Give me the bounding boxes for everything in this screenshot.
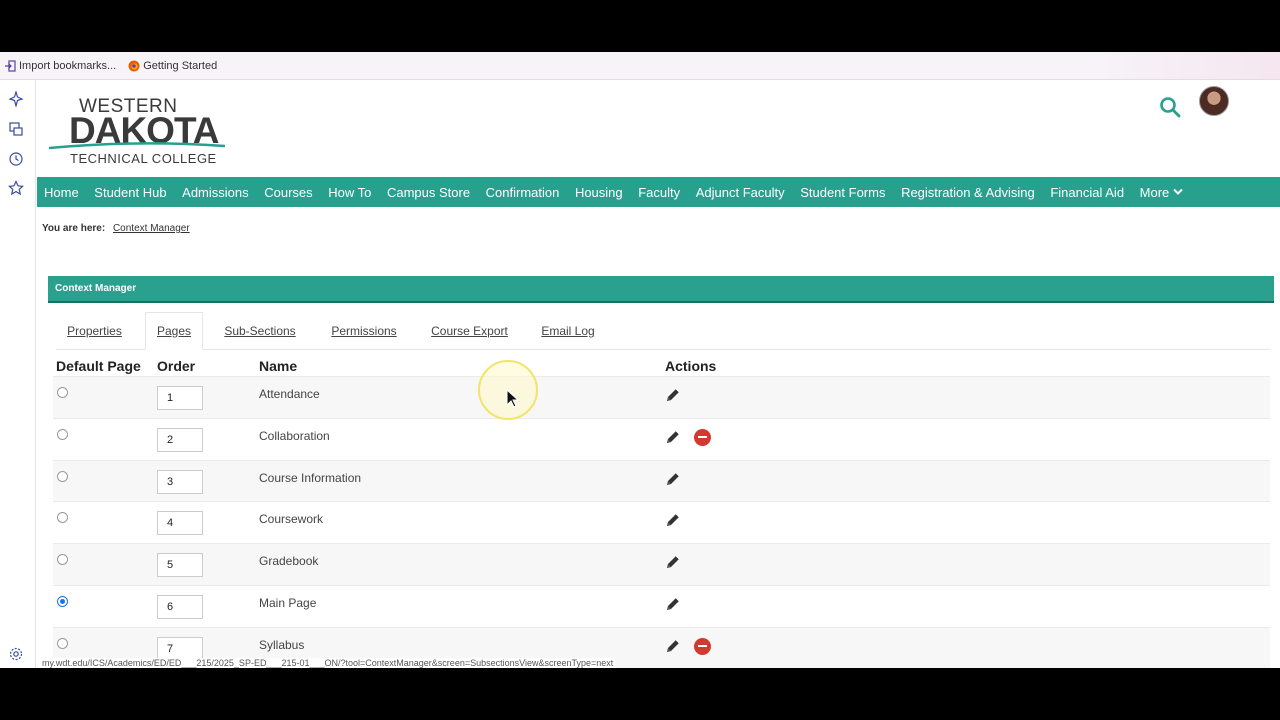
order-input[interactable]: 5: [157, 553, 203, 578]
breadcrumb-label: You are here:: [42, 223, 106, 234]
default-page-radio[interactable]: [57, 595, 68, 607]
table-row: 2 Collaboration: [53, 417, 1270, 460]
header-actions: Actions: [665, 358, 717, 374]
order-input[interactable]: 6: [157, 594, 203, 619]
nav-financial-aid[interactable]: Financial Aid: [1050, 185, 1124, 200]
nav-adjunct-faculty[interactable]: Adjunct Faculty: [696, 185, 785, 200]
nav-confirmation[interactable]: Confirmation: [486, 185, 560, 200]
bookmark-getting-started[interactable]: Getting Started: [128, 60, 217, 72]
breadcrumb-link-context-manager[interactable]: Context Manager: [113, 223, 190, 234]
synced-tabs-icon[interactable]: [8, 121, 24, 137]
web-page: WESTERN DAKOTA TECHNICAL COLLEGE Home St…: [37, 80, 1280, 668]
nav-student-forms[interactable]: Student Forms: [800, 185, 885, 200]
nav-housing[interactable]: Housing: [575, 185, 623, 200]
import-icon: [5, 59, 16, 72]
browser-window: Import bookmarks... Getting Started WEST…: [0, 52, 1280, 668]
tab-bar: Properties Pages Sub-Sections Permission…: [56, 312, 1270, 350]
nav-more-label: More: [1139, 184, 1170, 200]
mouse-cursor-icon: [506, 389, 520, 408]
page-name: Attendance: [259, 387, 320, 401]
user-avatar[interactable]: [1199, 86, 1229, 116]
order-input[interactable]: 1: [157, 386, 203, 410]
edit-pencil-icon[interactable]: [665, 387, 681, 403]
delete-icon[interactable]: [694, 428, 711, 446]
bookmark-import[interactable]: Import bookmarks...: [4, 60, 116, 72]
tab-properties[interactable]: Properties: [56, 312, 133, 350]
tab-permissions[interactable]: Permissions: [317, 312, 411, 350]
tab-pages[interactable]: Pages: [145, 312, 203, 350]
table-body: 1 Attendance 2 Collaboration 3 Course Informa…: [53, 376, 1270, 668]
default-page-radio[interactable]: [57, 512, 68, 524]
page-name: Gradebook: [259, 554, 319, 569]
table-row: 1 Attendance: [53, 376, 1270, 418]
history-icon[interactable]: [8, 151, 24, 167]
breadcrumb: You are here: Context Manager: [42, 223, 190, 234]
order-input[interactable]: 3: [157, 469, 203, 494]
status-bar-url: my.wdt.edu/ICS/Academics/ED/ED___215/202…: [40, 658, 616, 668]
edit-pencil-icon[interactable]: [665, 554, 681, 570]
table-header: Default Page Order Name Actions: [53, 356, 1270, 376]
delete-icon[interactable]: [694, 637, 711, 655]
nav-admissions[interactable]: Admissions: [182, 185, 248, 200]
edit-pencil-icon[interactable]: [665, 512, 681, 528]
panel-title: Context Manager: [48, 276, 1274, 303]
table-row: 6 Main Page: [53, 584, 1270, 627]
default-page-radio[interactable]: [57, 470, 68, 482]
default-page-radio[interactable]: [57, 387, 68, 398]
tab-sub-sections[interactable]: Sub-Sections: [215, 312, 305, 350]
nav-student-hub[interactable]: Student Hub: [94, 185, 166, 200]
bookmarks-bar: Import bookmarks... Getting Started: [0, 52, 1280, 80]
table-row: 5 Gradebook: [53, 543, 1270, 585]
bookmarks-star-icon[interactable]: [8, 180, 24, 196]
default-page-radio[interactable]: [57, 428, 68, 440]
pages-table: Default Page Order Name Actions 1 Attenda…: [53, 356, 1270, 668]
settings-gear-icon[interactable]: [8, 646, 24, 662]
nav-campus-store[interactable]: Campus Store: [387, 185, 470, 200]
nav-faculty[interactable]: Faculty: [638, 185, 680, 200]
nav-registration-advising[interactable]: Registration & Advising: [901, 185, 1035, 200]
default-page-radio[interactable]: [57, 554, 68, 566]
bookmark-import-label: Import bookmarks...: [19, 59, 117, 72]
table-row: 4 Coursework: [53, 501, 1270, 543]
search-icon[interactable]: [1159, 96, 1181, 118]
nav-how-to[interactable]: How To: [328, 185, 371, 200]
chevron-down-icon: [1173, 188, 1183, 195]
header-order: Order: [157, 358, 196, 374]
tab-email-log[interactable]: Email Log: [528, 312, 608, 350]
bookmark-getting-started-label: Getting Started: [143, 59, 218, 72]
browser-sidebar: [0, 80, 36, 668]
sparkle-icon[interactable]: [8, 91, 24, 107]
edit-pencil-icon[interactable]: [665, 471, 681, 487]
college-logo[interactable]: WESTERN DAKOTA TECHNICAL COLLEGE: [49, 96, 239, 166]
page-name: Main Page: [259, 595, 317, 610]
logo-swoosh-icon: [49, 142, 225, 150]
header-name: Name: [259, 358, 298, 374]
logo-line3: TECHNICAL COLLEGE: [70, 151, 217, 166]
edit-pencil-icon[interactable]: [665, 596, 681, 612]
main-navigation: Home Student Hub Admissions Courses How …: [37, 177, 1280, 207]
order-input[interactable]: 4: [157, 511, 203, 536]
page-name: Course Information: [259, 470, 362, 485]
page-name: Collaboration: [259, 428, 330, 443]
nav-more[interactable]: More: [1140, 185, 1184, 200]
edit-pencil-icon[interactable]: [665, 638, 681, 654]
page-name: Syllabus: [259, 637, 305, 652]
nav-courses[interactable]: Courses: [264, 185, 312, 200]
default-page-radio[interactable]: [57, 637, 68, 649]
firefox-icon: [128, 60, 140, 71]
edit-pencil-icon[interactable]: [665, 429, 681, 445]
header-default-page: Default Page: [56, 358, 141, 374]
page-name: Coursework: [259, 512, 324, 527]
table-row: 3 Course Information: [53, 459, 1270, 502]
nav-home[interactable]: Home: [44, 185, 79, 200]
tab-course-export[interactable]: Course Export: [423, 312, 516, 350]
order-input[interactable]: 2: [157, 427, 203, 452]
